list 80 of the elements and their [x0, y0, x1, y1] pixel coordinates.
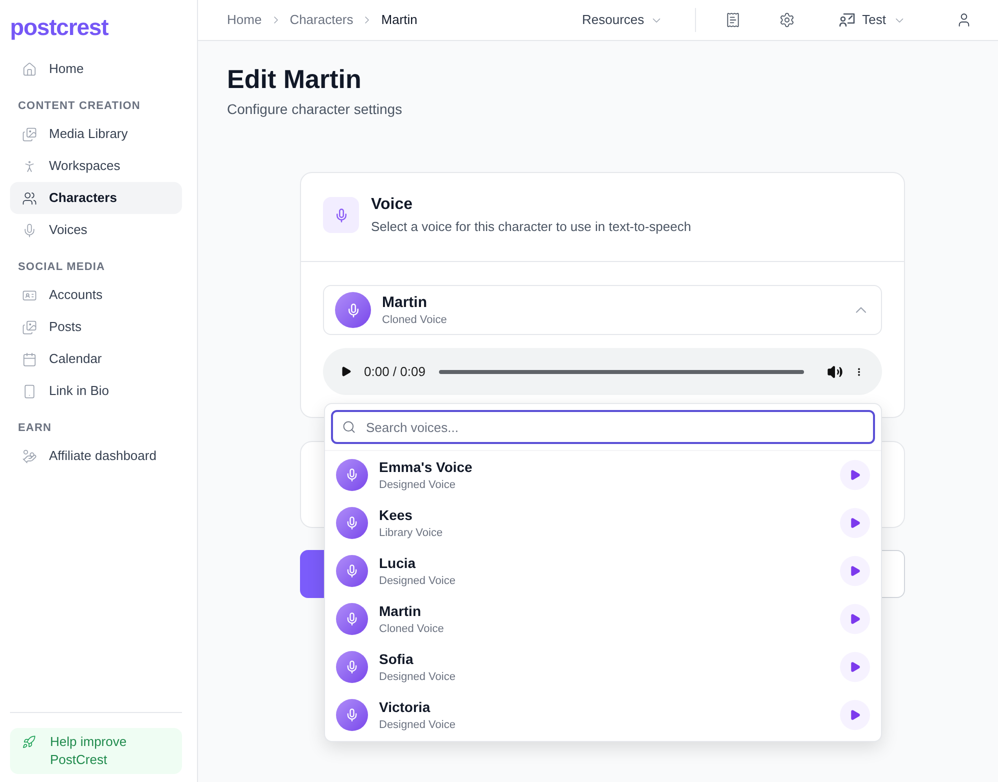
microphone-icon	[336, 459, 368, 491]
settings-icon	[779, 12, 796, 28]
sidebar-item[interactable]: Voices	[10, 214, 182, 246]
page-subtitle: Configure character settings	[227, 100, 404, 119]
id-card-icon	[22, 288, 37, 302]
voice-name: Emma's Voice	[379, 458, 472, 476]
breadcrumb-link[interactable]: Martin	[381, 10, 418, 30]
sidebar-item[interactable]: Link in Bio	[10, 375, 182, 407]
play-icon	[849, 517, 861, 529]
card-description: Select a voice for this character to use in text-to-speech	[371, 218, 692, 236]
page-title: Edit Martin	[227, 63, 362, 95]
play-icon	[849, 709, 861, 721]
home-icon	[22, 62, 37, 76]
breadcrumb-link[interactable]: Home	[227, 10, 262, 30]
sidebar-item[interactable]: Characters	[10, 182, 182, 214]
voice-name: Victoria	[379, 698, 432, 716]
microphone-icon	[336, 699, 368, 731]
microphone-icon	[336, 651, 368, 683]
play-icon	[849, 613, 861, 625]
microphone-icon	[323, 197, 359, 233]
voice-name: Kees	[379, 506, 414, 524]
play-button[interactable]	[340, 364, 352, 380]
microphone-icon	[336, 603, 368, 635]
sidebar-item[interactable]: Posts	[10, 311, 182, 343]
phone-icon	[22, 384, 37, 398]
user-board-icon	[839, 13, 856, 27]
play-icon	[849, 469, 861, 481]
calendar-icon	[22, 352, 37, 366]
time-text: 0:00 / 0:09	[364, 362, 426, 381]
sidebar-item[interactable]: Accounts	[10, 279, 182, 311]
images-icon	[22, 320, 37, 334]
voice-type: Designed Voice	[379, 478, 456, 492]
logo[interactable]: postcrest	[10, 12, 108, 40]
sidebar-item[interactable]: Calendar	[10, 343, 182, 375]
user-icon	[956, 12, 972, 28]
voice-name: Lucia	[379, 554, 417, 572]
sidebar-item[interactable]: Affiliate dashboard	[10, 440, 182, 472]
breadcrumb-link[interactable]: Characters	[290, 10, 354, 30]
voice-type: Cloned Voice	[382, 313, 447, 327]
voice-option[interactable]: Martin Cloned Voice	[325, 595, 881, 643]
play-icon	[849, 661, 861, 673]
images-icon	[22, 126, 37, 142]
voice-option[interactable]: Victoria Designed Voice	[325, 691, 881, 739]
voice-type: Cloned Voice	[379, 622, 444, 636]
play-icon	[340, 365, 352, 378]
volume-icon	[827, 364, 843, 380]
document-icon	[725, 12, 742, 28]
rocket-icon	[22, 735, 36, 749]
sidebar-item[interactable]: Home	[10, 53, 182, 85]
sidebar-item[interactable]: Media Library	[10, 118, 182, 150]
voice-select[interactable]: Martin Cloned Voice	[323, 285, 882, 335]
voice-name: Martin	[382, 293, 428, 313]
search-icon	[342, 420, 356, 434]
hand-coins-icon	[22, 448, 37, 464]
voice-option[interactable]: Kees Library Voice	[325, 499, 881, 547]
section-heading: CONTENT CREATION	[17, 98, 142, 114]
voice-name: Martin	[379, 602, 422, 620]
sidebar-item[interactable]: Workspaces	[10, 150, 182, 182]
microphone-icon	[22, 222, 37, 238]
voice-name: Sofia	[379, 650, 414, 668]
play-icon	[849, 565, 861, 577]
microphone-icon	[336, 555, 368, 587]
users-icon	[22, 190, 37, 206]
voice-type: Designed Voice	[379, 718, 456, 732]
microphone-icon	[336, 507, 368, 539]
microphone-icon	[335, 292, 371, 328]
voice-type: Library Voice	[379, 526, 443, 540]
card-title: Voice	[371, 195, 414, 215]
voice-type: Designed Voice	[379, 574, 456, 588]
progress-track[interactable]	[439, 370, 804, 374]
section-heading: SOCIAL MEDIA	[17, 260, 106, 275]
resources-menu-button[interactable]: Resources	[582, 10, 664, 30]
account-menu-button[interactable]: Test	[839, 10, 906, 30]
voice-option[interactable]: Sofia Designed Voice	[325, 643, 881, 691]
voice-type: Designed Voice	[379, 670, 456, 684]
section-heading: EARN	[17, 420, 53, 436]
search-field[interactable]: Search voices...	[331, 410, 875, 444]
voice-option[interactable]: Lucia Designed Voice	[325, 547, 881, 595]
voice-option[interactable]: Emma's Voice Designed Voice	[325, 451, 881, 499]
help-improve-button[interactable]: Help improve PostCrest	[10, 728, 182, 774]
